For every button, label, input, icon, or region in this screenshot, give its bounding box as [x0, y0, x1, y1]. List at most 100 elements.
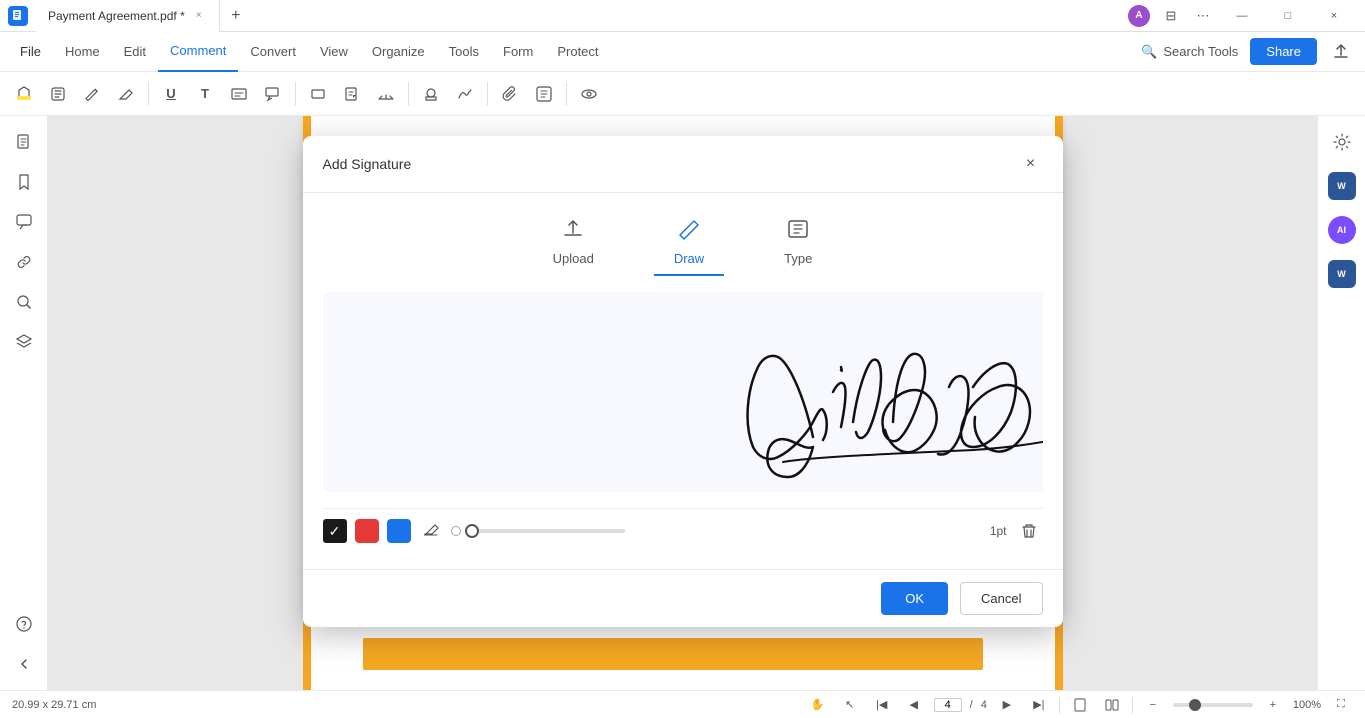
underline-tool[interactable]: U [155, 78, 187, 110]
signature-tool[interactable] [449, 78, 481, 110]
last-page-btn[interactable]: ▶| [1027, 693, 1051, 717]
share-button[interactable]: Share [1250, 38, 1317, 65]
ai-button[interactable]: AI [1324, 212, 1360, 248]
tab-upload[interactable]: Upload [533, 209, 614, 276]
note-tool[interactable] [336, 78, 368, 110]
next-page-btn[interactable]: ▶ [995, 693, 1019, 717]
sidebar-prev-page[interactable] [6, 646, 42, 682]
maximize-button[interactable]: □ [1265, 0, 1311, 32]
thickness-control [451, 526, 978, 536]
new-tab-button[interactable]: + [220, 0, 252, 32]
draw-tab-icon [677, 217, 701, 247]
hand-tool-btn[interactable]: ✋ [806, 693, 830, 717]
check-icon: ✓ [329, 523, 341, 540]
zoom-out-btn[interactable]: − [1141, 693, 1165, 717]
menu-organize[interactable]: Organize [360, 32, 437, 72]
slider-thumb [451, 526, 461, 536]
menu-edit[interactable]: Edit [112, 32, 158, 72]
prev-page-btn[interactable]: ◀ [902, 693, 926, 717]
menu-view[interactable]: View [308, 32, 360, 72]
modal-title: Add Signature [323, 156, 412, 172]
upload-tab-icon [561, 217, 585, 247]
pencil-tool[interactable] [76, 78, 108, 110]
sidebar-layers[interactable] [6, 324, 42, 360]
status-separator [1059, 697, 1060, 713]
type-tab-label: Type [784, 251, 812, 266]
sidebar-help[interactable] [6, 606, 42, 642]
sidebar-links[interactable] [6, 244, 42, 280]
menu-home[interactable]: Home [53, 32, 112, 72]
sidebar-pages[interactable] [6, 124, 42, 160]
stamp-tool[interactable] [415, 78, 447, 110]
tab-draw[interactable]: Draw [654, 209, 724, 276]
right-settings-button[interactable] [1324, 124, 1360, 160]
search-tools-button[interactable]: 🔍 Search Tools [1129, 40, 1250, 64]
sidebar-search[interactable] [6, 284, 42, 320]
tab-close-button[interactable]: × [191, 8, 207, 24]
menu-protect[interactable]: Protect [545, 32, 610, 72]
eraser-tool[interactable] [110, 78, 142, 110]
signature-canvas[interactable] [323, 292, 1043, 492]
fullscreen-btn[interactable]: ⛶ [1329, 693, 1353, 717]
first-page-btn[interactable]: |◀ [870, 693, 894, 717]
ok-button[interactable]: OK [881, 582, 948, 615]
callout-tool[interactable] [257, 78, 289, 110]
single-page-view[interactable] [1068, 693, 1092, 717]
modal-overlay: Add Signature × Upload [48, 116, 1317, 690]
word-icon-2: W [1337, 269, 1346, 279]
toolbar-separator-1 [148, 82, 149, 106]
menu-tools[interactable]: Tools [437, 32, 491, 72]
left-sidebar [0, 116, 48, 690]
rectangle-tool[interactable] [302, 78, 334, 110]
modal-footer: OK Cancel [303, 569, 1063, 627]
fit-page-view[interactable] [1100, 693, 1124, 717]
eraser-button[interactable] [419, 519, 443, 543]
menu-form[interactable]: Form [491, 32, 545, 72]
edit-tool[interactable] [528, 78, 560, 110]
cursor-tool-btn[interactable]: ↖ [838, 693, 862, 717]
text-tool[interactable]: T [189, 78, 221, 110]
sidebar-comments[interactable] [6, 204, 42, 240]
more-options-button[interactable]: ⋯ [1187, 0, 1219, 32]
black-color-swatch[interactable]: ✓ [323, 519, 347, 543]
toolbar-separator-4 [487, 82, 488, 106]
zoom-slider[interactable] [1173, 703, 1253, 707]
red-color-swatch[interactable] [355, 519, 379, 543]
zoom-level: 100% [1293, 699, 1321, 711]
menu-file[interactable]: File [8, 32, 53, 72]
modal-close-button[interactable]: × [1019, 152, 1043, 176]
upload-button[interactable] [1325, 36, 1357, 68]
page-number-input[interactable] [934, 698, 962, 712]
close-window-button[interactable]: × [1311, 0, 1357, 32]
attachment-tool[interactable] [494, 78, 526, 110]
measure-tool[interactable] [370, 78, 402, 110]
restore-window-button[interactable]: ⊟ [1155, 0, 1187, 32]
profile-avatar[interactable]: A [1123, 0, 1155, 32]
tab-type[interactable]: Type [764, 209, 832, 276]
clear-button[interactable] [1015, 517, 1043, 545]
document-area: By: Date: Add Signature × [48, 116, 1317, 690]
tab-title: Payment Agreement.pdf * [48, 9, 185, 23]
menu-convert[interactable]: Convert [238, 32, 308, 72]
word-plugin2-button[interactable]: W [1324, 256, 1360, 292]
zoom-in-btn[interactable]: + [1261, 693, 1285, 717]
signature-drawing [323, 292, 1043, 492]
search-icon: 🔍 [1141, 44, 1157, 60]
modal-toolbar: ✓ 1pt [323, 508, 1043, 553]
modal-body: ✓ 1pt [303, 284, 1063, 569]
toolbar-separator-5 [566, 82, 567, 106]
highlight-tool[interactable] [8, 78, 40, 110]
textbox-tool[interactable] [223, 78, 255, 110]
text-select-tool[interactable] [42, 78, 74, 110]
status-controls: ✋ ↖ |◀ ◀ / 4 ▶ ▶| − + 100% ⛶ [806, 693, 1353, 717]
document-tab[interactable]: Payment Agreement.pdf * × [36, 0, 220, 32]
minimize-button[interactable]: — [1219, 0, 1265, 32]
cancel-button[interactable]: Cancel [960, 582, 1042, 615]
preview-tool[interactable] [573, 78, 605, 110]
word-plugin-button[interactable]: W [1324, 168, 1360, 204]
sidebar-bookmarks[interactable] [6, 164, 42, 200]
blue-color-swatch[interactable] [387, 519, 411, 543]
menubar: File Home Edit Comment Convert View Orga… [0, 32, 1365, 72]
menu-comment[interactable]: Comment [158, 32, 238, 72]
thickness-slider[interactable] [465, 529, 625, 533]
